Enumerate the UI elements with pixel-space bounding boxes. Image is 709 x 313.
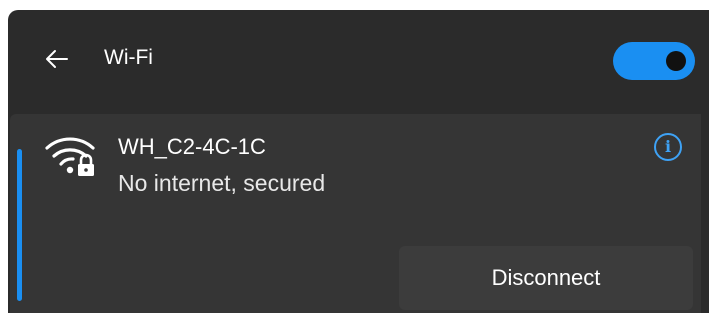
- disconnect-button[interactable]: Disconnect: [399, 246, 693, 310]
- wifi-panel: Wi-Fi WH_C2-4C-1C No internet, secured i…: [8, 10, 709, 313]
- arrow-left-icon: [46, 50, 68, 68]
- wifi-header: Wi-Fi: [8, 10, 709, 106]
- info-icon: i: [664, 137, 672, 156]
- back-button[interactable]: [42, 44, 72, 74]
- network-status: No internet, secured: [118, 170, 326, 196]
- wifi-toggle[interactable]: [613, 42, 695, 80]
- selection-indicator: [17, 149, 22, 301]
- network-item[interactable]: WH_C2-4C-1C No internet, secured i Disco…: [10, 114, 701, 313]
- network-properties-button[interactable]: i: [654, 133, 682, 161]
- page-title: Wi-Fi: [104, 46, 153, 69]
- toggle-knob: [666, 51, 686, 71]
- wifi-secured-icon: [45, 137, 95, 176]
- network-name: WH_C2-4C-1C: [118, 134, 266, 159]
